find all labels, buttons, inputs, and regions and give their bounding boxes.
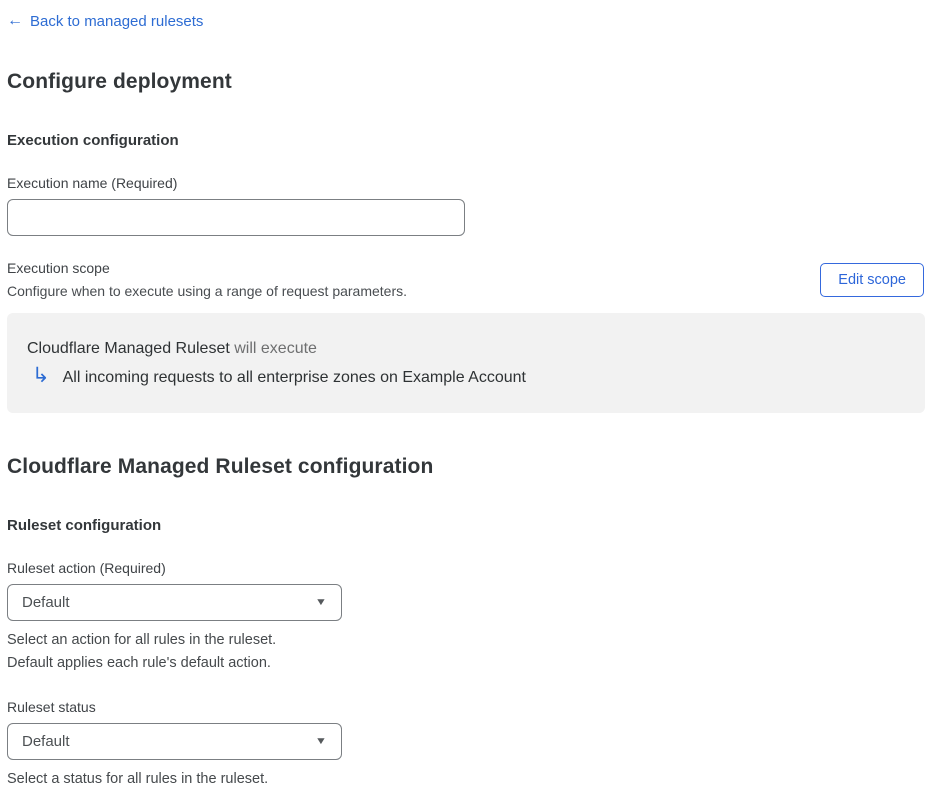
execution-name-label: Execution name (Required) — [7, 175, 178, 191]
scope-summary-line: Cloudflare Managed Ruleset will execute — [27, 340, 905, 358]
back-to-managed-rulesets-link[interactable]: ← Back to managed rulesets — [7, 13, 203, 30]
ruleset-status-select[interactable]: Default ▼ — [7, 723, 342, 760]
execution-scope-label: Execution scope — [7, 260, 110, 276]
ruleset-configuration-heading: Ruleset configuration — [7, 517, 162, 534]
ruleset-action-label: Ruleset action (Required) — [7, 560, 166, 576]
back-link-label: Back to managed rulesets — [30, 12, 204, 30]
ruleset-action-selected-value: Default — [22, 594, 70, 611]
ruleset-action-help-line2: Default applies each rule's default acti… — [7, 655, 271, 671]
execution-scope-description: Configure when to execute using a range … — [7, 283, 408, 299]
execution-scope-text: Execution scope Configure when to execut… — [7, 260, 407, 299]
ruleset-action-help: Select an action for all rules in the ru… — [7, 629, 925, 675]
page-title: Configure deployment — [7, 70, 232, 93]
ruleset-status-label: Ruleset status — [7, 699, 96, 715]
scope-detail-line: ↳ All incoming requests to all enterpris… — [27, 364, 905, 388]
execution-configuration-heading: Execution configuration — [7, 132, 179, 149]
ruleset-status-help: Select a status for all rules in the rul… — [7, 771, 269, 787]
execution-scope-row: Execution scope Configure when to execut… — [7, 260, 925, 299]
scope-ruleset-name: Cloudflare Managed Ruleset — [27, 340, 230, 357]
scope-summary-panel: Cloudflare Managed Ruleset will execute … — [7, 313, 925, 413]
ruleset-action-help-line1: Select an action for all rules in the ru… — [7, 632, 277, 648]
scope-detail-text: All incoming requests to all enterprise … — [62, 368, 526, 386]
chevron-down-icon: ▼ — [314, 736, 328, 747]
back-arrow-icon: ← — [7, 12, 23, 29]
return-arrow-icon: ↳ — [32, 364, 50, 387]
execution-name-input[interactable] — [7, 199, 465, 236]
edit-scope-button[interactable]: Edit scope — [820, 262, 924, 297]
ruleset-configuration-title: Cloudflare Managed Ruleset configuration — [7, 455, 434, 478]
ruleset-action-select[interactable]: Default ▼ — [7, 584, 342, 621]
configure-deployment-page: ← Back to managed rulesets Configure dep… — [0, 0, 931, 791]
chevron-down-icon: ▼ — [314, 597, 328, 608]
ruleset-status-selected-value: Default — [22, 733, 70, 750]
scope-will-execute-text: will execute — [229, 340, 317, 357]
